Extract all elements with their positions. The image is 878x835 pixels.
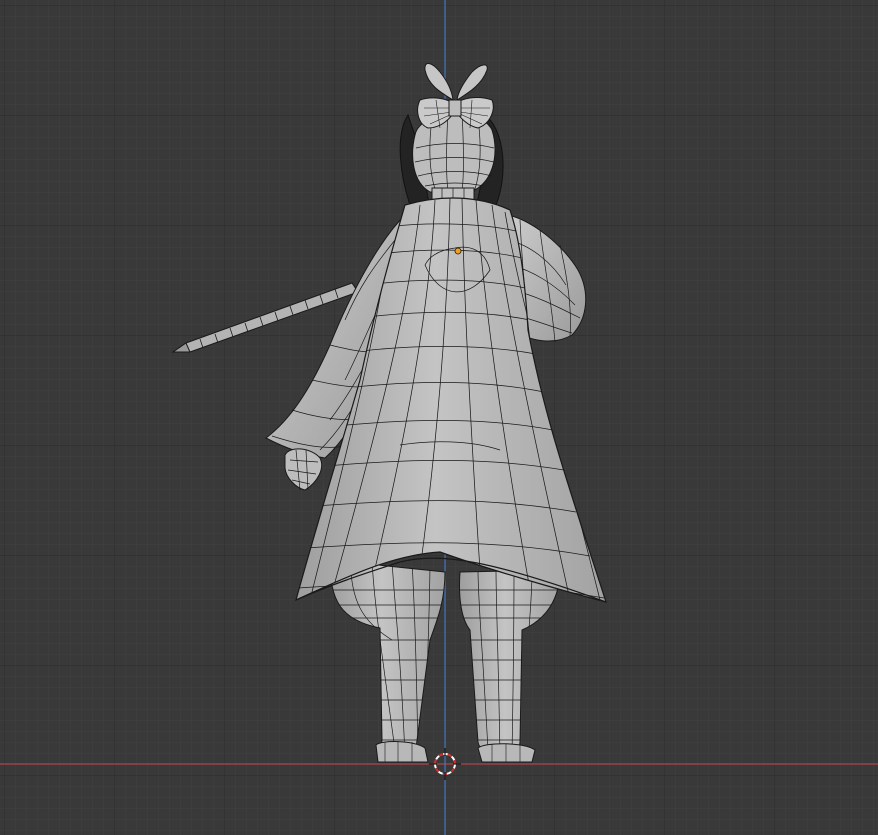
3d-viewport[interactable] (0, 0, 878, 835)
object-origin-icon (454, 247, 462, 255)
viewport-canvas[interactable] (0, 0, 878, 835)
